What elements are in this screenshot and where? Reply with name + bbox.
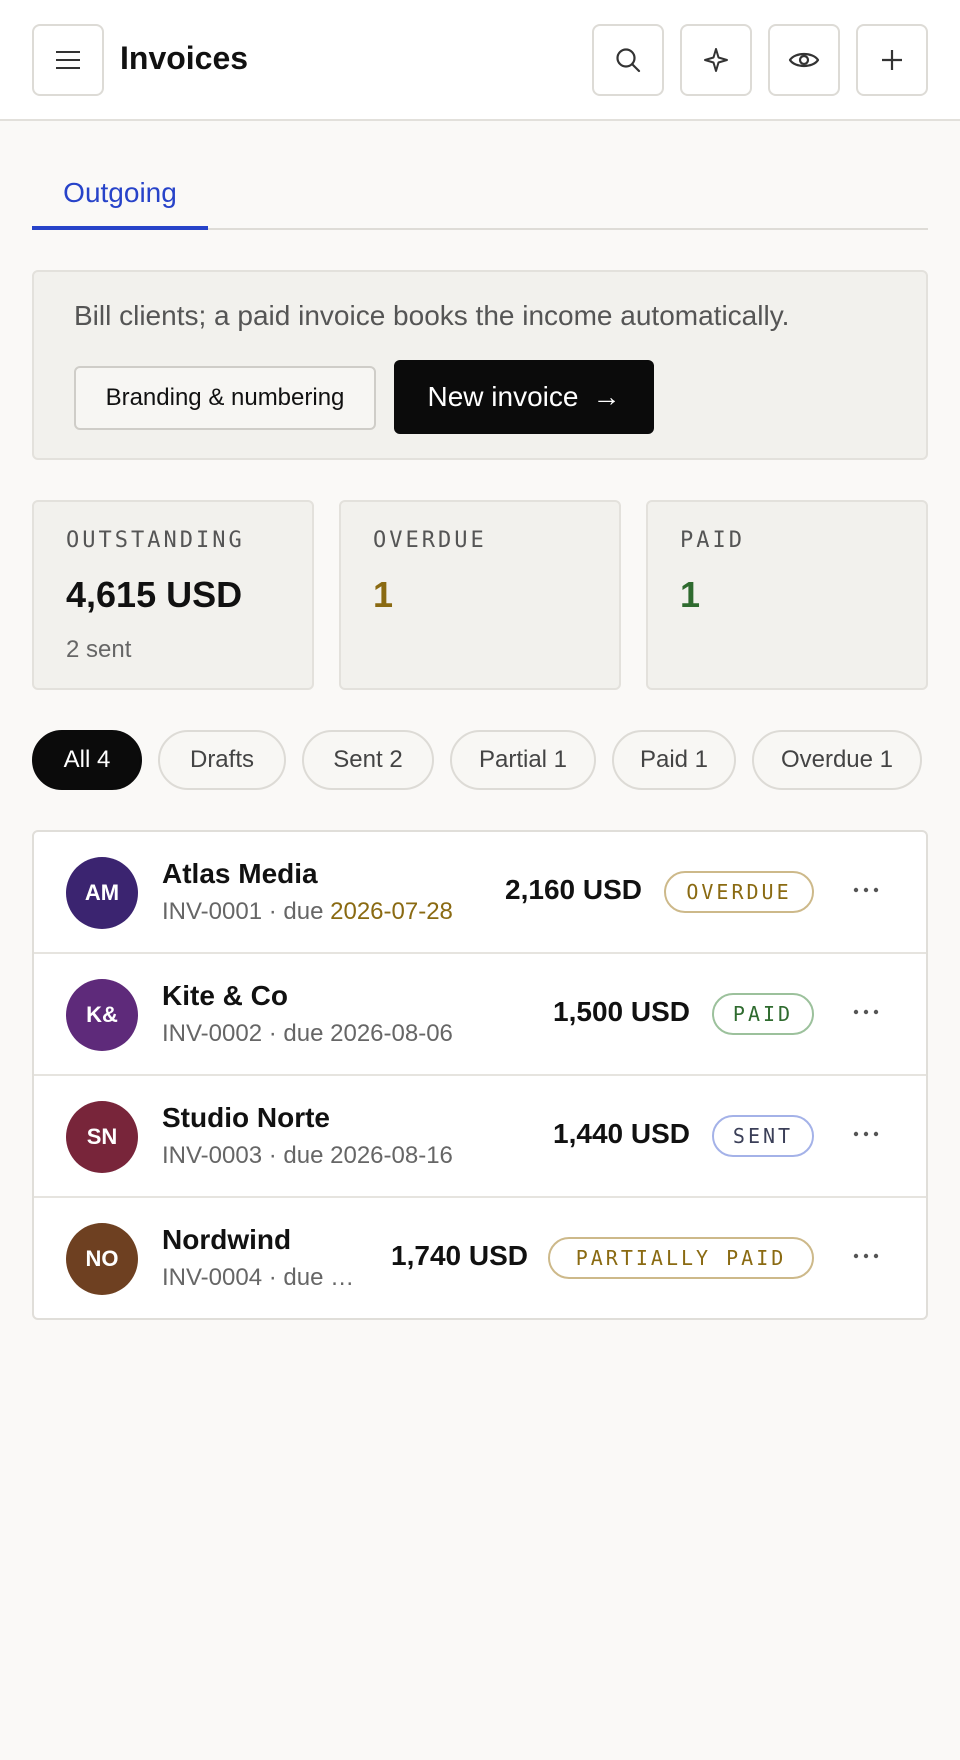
client-name: Studio Norte bbox=[162, 1102, 330, 1133]
client-name: Kite & Co bbox=[162, 980, 288, 1011]
tab-bar: Outgoing bbox=[32, 160, 928, 230]
due-prefix: · due bbox=[268, 898, 324, 925]
invoice-amount: 1,440 USD bbox=[553, 1118, 690, 1149]
invoice-row[interactable]: NO Nordwind INV-0004 · due … 1,740 USD P… bbox=[34, 1198, 926, 1318]
due-prefix: · due bbox=[268, 1142, 324, 1169]
preview-button[interactable] bbox=[768, 24, 840, 96]
menu-icon bbox=[56, 51, 80, 69]
filter-drafts[interactable]: Drafts bbox=[158, 730, 286, 790]
eye-icon bbox=[788, 52, 820, 68]
client-name: Nordwind bbox=[162, 1224, 292, 1255]
due-date: 2026-07-28 bbox=[330, 898, 453, 925]
invoice-amount: 2,160 USD bbox=[505, 874, 642, 905]
new-invoice-label: New invoice bbox=[427, 381, 579, 412]
status-badge: OVERDUE bbox=[664, 871, 814, 913]
stat-label: PAID bbox=[680, 528, 745, 553]
stat-label: OVERDUE bbox=[373, 528, 487, 553]
avatar: K& bbox=[66, 979, 138, 1051]
stat-label: OUTSTANDING bbox=[66, 528, 245, 553]
avatar: AM bbox=[66, 857, 138, 929]
filter-all[interactable]: All 4 bbox=[32, 730, 142, 790]
invoice-meta: INV-0001 · due 2026-07-28 bbox=[162, 898, 453, 926]
stat-outstanding: OUTSTANDING 4,615 USD 2 sent bbox=[32, 500, 314, 690]
filter-overdue[interactable]: Overdue 1 bbox=[752, 730, 922, 790]
branding-numbering-button[interactable]: Branding & numbering bbox=[74, 366, 376, 430]
arrow-right-icon: → bbox=[592, 381, 621, 412]
due-prefix: · due bbox=[268, 1020, 324, 1047]
menu-button[interactable] bbox=[32, 24, 104, 96]
invoice-meta: INV-0003 · due 2026-08-16 bbox=[162, 1142, 453, 1170]
client-name: Atlas Media bbox=[162, 858, 318, 889]
app-header: Invoices bbox=[0, 0, 960, 121]
row-menu-button[interactable] bbox=[846, 870, 886, 910]
status-badge: PAID bbox=[712, 993, 814, 1035]
invoice-row[interactable]: AM Atlas Media INV-0001 · due 2026-07-28… bbox=[34, 832, 926, 954]
more-horizontal-icon bbox=[853, 1009, 879, 1015]
more-horizontal-icon bbox=[853, 887, 879, 893]
search-icon bbox=[616, 48, 641, 73]
banner-text: Bill clients; a paid invoice books the i… bbox=[74, 300, 790, 331]
invoice-list: AM Atlas Media INV-0001 · due 2026-07-28… bbox=[32, 830, 928, 1320]
stat-value: 1 bbox=[680, 574, 701, 615]
invoice-meta: INV-0002 · due 2026-08-06 bbox=[162, 1020, 453, 1048]
invoice-meta: INV-0004 · due … bbox=[162, 1264, 354, 1292]
status-badge: PARTIALLY PAID bbox=[548, 1237, 814, 1279]
stat-value: 4,615 USD bbox=[66, 574, 243, 615]
avatar: SN bbox=[66, 1101, 138, 1173]
status-badge: SENT bbox=[712, 1115, 814, 1157]
invoice-row[interactable]: K& Kite & Co INV-0002 · due 2026-08-06 1… bbox=[34, 954, 926, 1076]
invoice-amount: 1,500 USD bbox=[553, 996, 690, 1027]
more-horizontal-icon bbox=[853, 1253, 879, 1259]
avatar: NO bbox=[66, 1223, 138, 1295]
row-menu-button[interactable] bbox=[846, 1114, 886, 1154]
invoice-number: INV-0004 bbox=[162, 1264, 263, 1291]
stat-value: 1 bbox=[373, 574, 394, 615]
tab-outgoing[interactable]: Outgoing bbox=[32, 160, 208, 230]
row-menu-button[interactable] bbox=[846, 1236, 886, 1276]
due-prefix: · due … bbox=[268, 1264, 355, 1291]
stat-overdue: OVERDUE 1 bbox=[339, 500, 621, 690]
more-horizontal-icon bbox=[853, 1131, 879, 1137]
info-banner: Bill clients; a paid invoice books the i… bbox=[32, 270, 928, 460]
invoice-row[interactable]: SN Studio Norte INV-0003 · due 2026-08-1… bbox=[34, 1076, 926, 1198]
filter-paid[interactable]: Paid 1 bbox=[612, 730, 736, 790]
due-date: 2026-08-06 bbox=[330, 1020, 453, 1047]
page-title: Invoices bbox=[120, 40, 249, 76]
filter-sent[interactable]: Sent 2 bbox=[302, 730, 434, 790]
search-button[interactable] bbox=[592, 24, 664, 96]
invoice-number: INV-0001 bbox=[162, 898, 263, 925]
due-date: 2026-08-16 bbox=[330, 1142, 453, 1169]
invoice-number: INV-0003 bbox=[162, 1142, 263, 1169]
add-button[interactable] bbox=[856, 24, 928, 96]
stat-sub: 2 sent bbox=[66, 636, 132, 663]
invoice-amount: 1,740 USD bbox=[391, 1240, 528, 1271]
sparkle-icon bbox=[704, 48, 728, 72]
ai-assist-button[interactable] bbox=[680, 24, 752, 96]
plus-icon bbox=[882, 50, 902, 70]
filter-partial[interactable]: Partial 1 bbox=[450, 730, 596, 790]
invoice-number: INV-0002 bbox=[162, 1020, 263, 1047]
row-menu-button[interactable] bbox=[846, 992, 886, 1032]
new-invoice-button[interactable]: New invoice → bbox=[394, 360, 654, 434]
stat-paid: PAID 1 bbox=[646, 500, 928, 690]
